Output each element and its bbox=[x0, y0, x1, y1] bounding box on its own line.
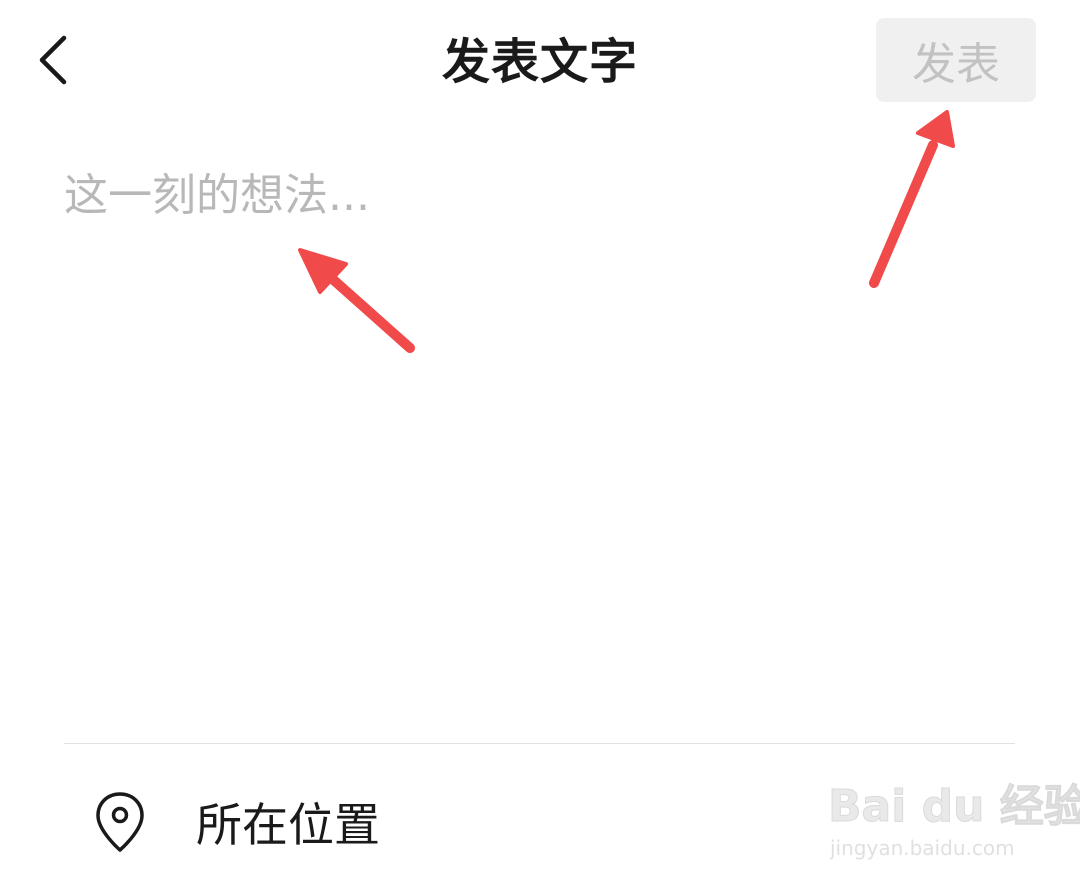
divider bbox=[64, 743, 1015, 744]
compose-page: 发表文字 发表 所在位置 Bai du 经验 jingyan.baidu.com bbox=[0, 0, 1080, 886]
location-label: 所在位置 bbox=[196, 798, 380, 852]
location-row[interactable]: 所在位置 bbox=[64, 770, 764, 874]
baidu-jingyan-watermark: Bai du 经验 jingyan.baidu.com bbox=[828, 766, 1080, 876]
watermark-logo: Bai du 经验 bbox=[828, 781, 1080, 833]
compose-text-input[interactable] bbox=[64, 160, 1014, 720]
publish-button[interactable]: 发表 bbox=[876, 18, 1036, 102]
watermark-url: jingyan.baidu.com bbox=[830, 836, 1015, 860]
location-pin-icon bbox=[64, 770, 176, 874]
